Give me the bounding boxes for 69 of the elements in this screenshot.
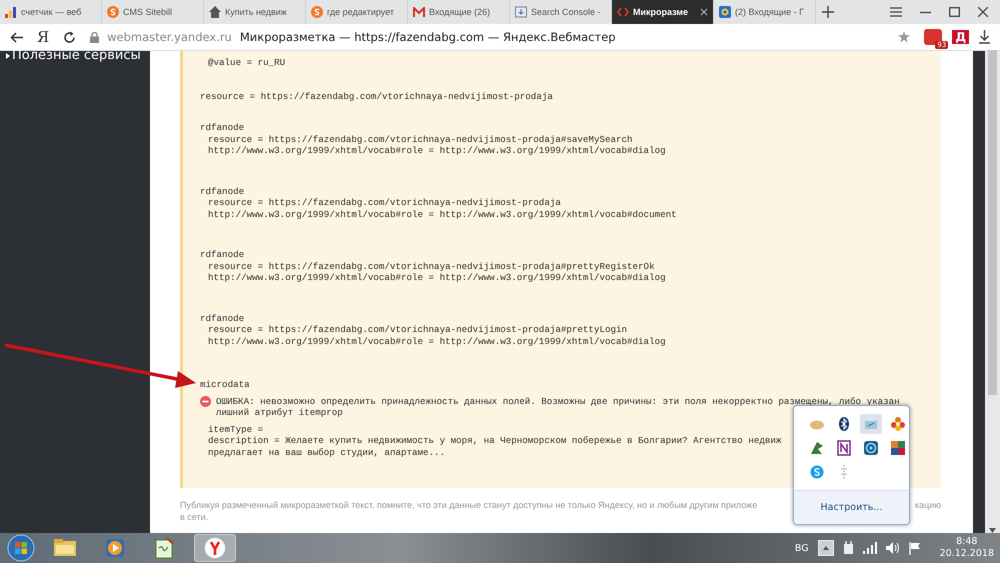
- code-line: resource = https://fazendabg.com/vtorichnaya-nedvijimost-prodaja#prettyRegisterOk: [207, 260, 655, 272]
- node-label: rdfanode: [200, 312, 244, 324]
- customize-link[interactable]: Настроить...: [820, 502, 882, 513]
- scrollbar-thumb[interactable]: [988, 50, 997, 394]
- node-label: rdfanode: [200, 249, 244, 260]
- code-line: description = Желаете купить недвижимость у моря, на Черноморском побережье в Болгарии? Агентство недвиж: [207, 435, 782, 446]
- extension-button[interactable]: Д: [952, 30, 969, 44]
- reload-icon[interactable]: [63, 30, 76, 44]
- code-line: resource = https://fazendabg.com/vtorichnaya-nedvijimost-prodaja#prettyLogin: [207, 324, 628, 336]
- signal-icon[interactable]: [862, 542, 877, 554]
- menu-icon[interactable]: [890, 7, 902, 17]
- scrollbar[interactable]: [985, 51, 1000, 533]
- speaker-icon[interactable]: [886, 542, 900, 554]
- minimize-icon[interactable]: [920, 10, 931, 14]
- flower-icon: [890, 416, 906, 432]
- taskbar-app[interactable]: [194, 534, 236, 562]
- code-line: itemType =: [207, 424, 264, 435]
- close-icon[interactable]: [700, 8, 708, 16]
- clock[interactable]: 8:48 20.12.2018: [930, 536, 994, 560]
- back-icon[interactable]: [10, 32, 23, 42]
- bar-chart-icon: [5, 6, 17, 18]
- code-brackets-icon: [617, 7, 629, 17]
- house-icon: [209, 6, 221, 18]
- node-label: rdfanode: [200, 122, 244, 134]
- lock-icon: [90, 32, 100, 42]
- footer-note: в сети.: [180, 511, 210, 523]
- show-hidden-icons-button[interactable]: [818, 540, 834, 556]
- footer-note: Публикуя размеченный микроразметкой текст, помните, что эти данные станут доступны не только Яндексу, но и любым другим приложе: [180, 499, 758, 511]
- flag-icon[interactable]: [908, 542, 921, 554]
- browser-tab[interactable]: Микроразме: [612, 0, 714, 24]
- node-label: microdata: [200, 379, 250, 390]
- mail-icon: [413, 7, 425, 17]
- error-message: ОШИБКА: невозможно определить принадлежность данных полей. Возможны две причины: эти поля некорректно размещены, либо указан лишний атрибут itemprop: [216, 396, 901, 418]
- download-box-icon: [515, 6, 527, 18]
- bluetooth-icon: [836, 416, 852, 432]
- tiles-icon: [890, 440, 906, 456]
- code-line: http://www.w3.org/1999/xhtml/vocab#role = http://www.w3.org/1999/xhtml/vocab#dialog: [207, 336, 666, 347]
- star-icon[interactable]: [898, 31, 910, 43]
- s-circle-icon: [107, 6, 119, 18]
- code-line: resource = https://fazendabg.com/vtorichnaya-nedvijimost-prodaja#saveMySearch: [207, 134, 633, 145]
- gauge-icon: [863, 440, 879, 456]
- bullet-icon: [6, 52, 10, 58]
- url-domain[interactable]: webmaster.yandex.ru: [107, 30, 232, 44]
- s-circle-icon: [311, 6, 323, 18]
- y-circle-icon: [203, 536, 227, 560]
- code-line: http://www.w3.org/1999/xhtml/vocab#role = http://www.w3.org/1999/xhtml/vocab#dialog: [207, 145, 666, 156]
- footer-note: кацию: [914, 499, 941, 511]
- code-line: http://www.w3.org/1999/xhtml/vocab#role = http://www.w3.org/1999/xhtml/vocab#dialog: [207, 272, 666, 284]
- power-plug-icon[interactable]: [842, 541, 854, 555]
- start-button[interactable]: [6, 534, 36, 562]
- notebook-icon: [836, 440, 852, 456]
- language-indicator[interactable]: BG: [794, 542, 809, 554]
- plus-icon[interactable]: [822, 6, 834, 18]
- maximize-icon[interactable]: [949, 7, 960, 17]
- chat-bubble-icon: [809, 464, 825, 480]
- code-line: @value = ru_RU: [207, 57, 286, 68]
- code-line: http://www.w3.org/1999/xhtml/vocab#role = http://www.w3.org/1999/xhtml/vocab#document: [207, 208, 677, 220]
- code-line: resource = https://fazendabg.com/vtorichnaya-nedvijimost-prodaja: [200, 90, 553, 102]
- play-icon: [103, 536, 127, 560]
- code-line: предлагает на ваш выбор студии, апартаме...: [207, 446, 446, 458]
- node-label: rdfanode: [200, 186, 244, 197]
- error-icon: [200, 396, 211, 406]
- sidebar-item[interactable]: Полезные сервисы: [12, 48, 141, 63]
- yandex-logo-button[interactable]: Я: [37, 28, 50, 46]
- page-title: Микроразметка — https://fazendabg.com — Яндекс.Вебмастер: [240, 30, 616, 44]
- target-icon: [719, 6, 731, 18]
- download-icon[interactable]: [979, 30, 990, 44]
- code-line: resource = https://fazendabg.com/vtorichnaya-nedvijimost-prodaja: [207, 197, 561, 208]
- close-icon[interactable]: [978, 7, 988, 17]
